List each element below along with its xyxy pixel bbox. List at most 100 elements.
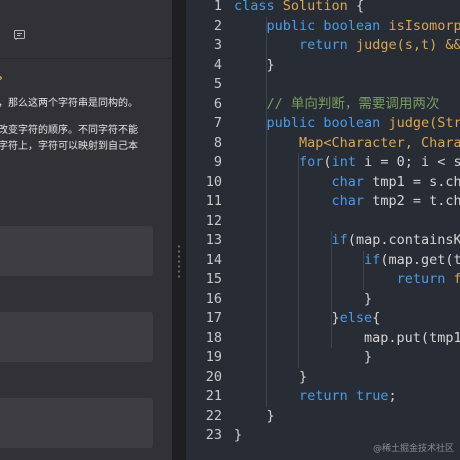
description-line: 字符上，字符可以映射到自己本 [0,141,138,152]
code-line[interactable]: return f [234,270,460,290]
code-area[interactable]: class Solution { public boolean isIsomor… [234,0,460,460]
code-token: char [331,173,373,190]
line-number: 3 [213,37,222,53]
code-token: public boolean [266,17,389,34]
code-token: { [372,310,381,326]
code-token: int [331,154,365,170]
line-number: 17 [205,310,222,326]
code-line[interactable]: } [234,368,307,388]
line-number: 6 [213,95,222,112]
code-token: tmp2 = t.ch [372,193,460,209]
code-token: } [234,290,373,307]
code-token: (map.get(tm [380,251,460,268]
code-token: isIsomorp [388,17,460,34]
watermark: @稀土掘金技术社区 [372,444,454,454]
line-number: 9 [213,154,222,170]
code-line[interactable]: } [234,407,275,427]
line-number: 20 [205,368,222,385]
code-line[interactable]: for(int i = 0; i < s [234,153,460,173]
code-token: return [299,37,356,53]
code-token: } [234,310,340,326]
line-number: 10 [205,173,222,190]
code-token: class [234,0,283,14]
code-line[interactable]: } [234,426,242,446]
line-number: 7 [213,115,222,131]
description-line: 。 [0,67,8,82]
line-number: 16 [205,290,222,307]
code-token: if [364,251,381,268]
line-number-gutter: 1 2 3 4 5 6 7 8 9 10 11 12 13 14 15 16 17 18 19 20 21 22 23 [186,0,226,460]
code-line[interactable]: char tmp1 = s.ch [234,173,460,193]
line-number: 21 [205,388,222,404]
line-number: 19 [205,349,222,365]
code-token: ; [388,388,397,404]
code-line[interactable]: Map<Character, Chara [234,134,460,154]
code-token: } [234,368,308,385]
code-line[interactable]: }else{ [234,309,381,329]
code-token: } [234,56,275,73]
description-line: ，那么这两个字符串是同构的。 [0,98,138,109]
problem-description-panel: 。 ，那么这两个字符串是同构的。 改变字符的顺序。不同字符不能 字符上，字符可以… [0,0,172,460]
line-number: 22 [205,407,222,424]
code-line[interactable]: } [234,56,275,76]
code-token: Map<Character, Chara [299,134,460,151]
example-card [0,312,153,362]
code-token: } [234,407,275,424]
code-token: ( [323,154,332,170]
splitter-grip-icon[interactable] [178,244,180,278]
code-token: true [355,388,389,404]
code-token: i = 0; i < s [364,154,460,170]
code-line[interactable]: } [234,290,372,310]
code-token: return [299,388,356,404]
code-editor[interactable]: 1 2 3 4 5 6 7 8 9 10 11 12 13 14 15 16 17 18 19 20 21 22 23 cl… [186,0,460,460]
code-token: } [234,349,373,365]
code-line[interactable]: public boolean isIsomorp [234,17,460,37]
code-line[interactable]: return true; [234,387,397,407]
line-number: 13 [205,232,222,248]
code-line[interactable]: if(map.get(tm [234,251,460,271]
code-line[interactable]: public boolean judge(Str [234,114,460,134]
code-token: for [299,154,324,170]
code-token: f [453,271,460,287]
code-token: (map.containsK [347,232,460,248]
code-token: { [355,0,365,14]
line-number: 8 [213,134,222,151]
line-number: 1 [213,0,222,14]
line-number: 12 [205,212,222,229]
code-token: judge(Str [388,115,460,131]
code-token: tmp1 = s.ch [372,173,460,190]
panel-splitter[interactable] [172,0,186,460]
code-line[interactable]: char tmp2 = t.ch [234,192,460,212]
code-line[interactable]: return judge(s,t) && [234,36,460,56]
code-token: // 单向判断，需要调用两次 [266,95,440,112]
line-number: 11 [205,193,222,209]
example-card [0,398,153,448]
line-number: 18 [205,329,222,346]
code-token: } [234,427,243,443]
code-line[interactable]: map.put(tmp1 [234,329,460,349]
line-number: 14 [205,251,222,268]
problem-description: 。 ，那么这两个字符串是同构的。 改变字符的顺序。不同字符不能 字符上，字符可以… [0,0,172,180]
code-token: Solution [282,0,356,14]
example-card [0,226,153,276]
code-token: public boolean [266,115,389,131]
code-line[interactable]: // 单向判断，需要调用两次 [234,95,440,115]
code-token: return [396,271,454,287]
code-token: char [331,193,373,209]
code-line[interactable]: } [234,348,372,368]
code-line[interactable]: if(map.containsK [234,231,460,251]
code-token: map.put(tmp1 [234,329,460,346]
code-token: judge(s,t) && [355,37,460,53]
code-line[interactable]: class Solution { [234,0,364,17]
